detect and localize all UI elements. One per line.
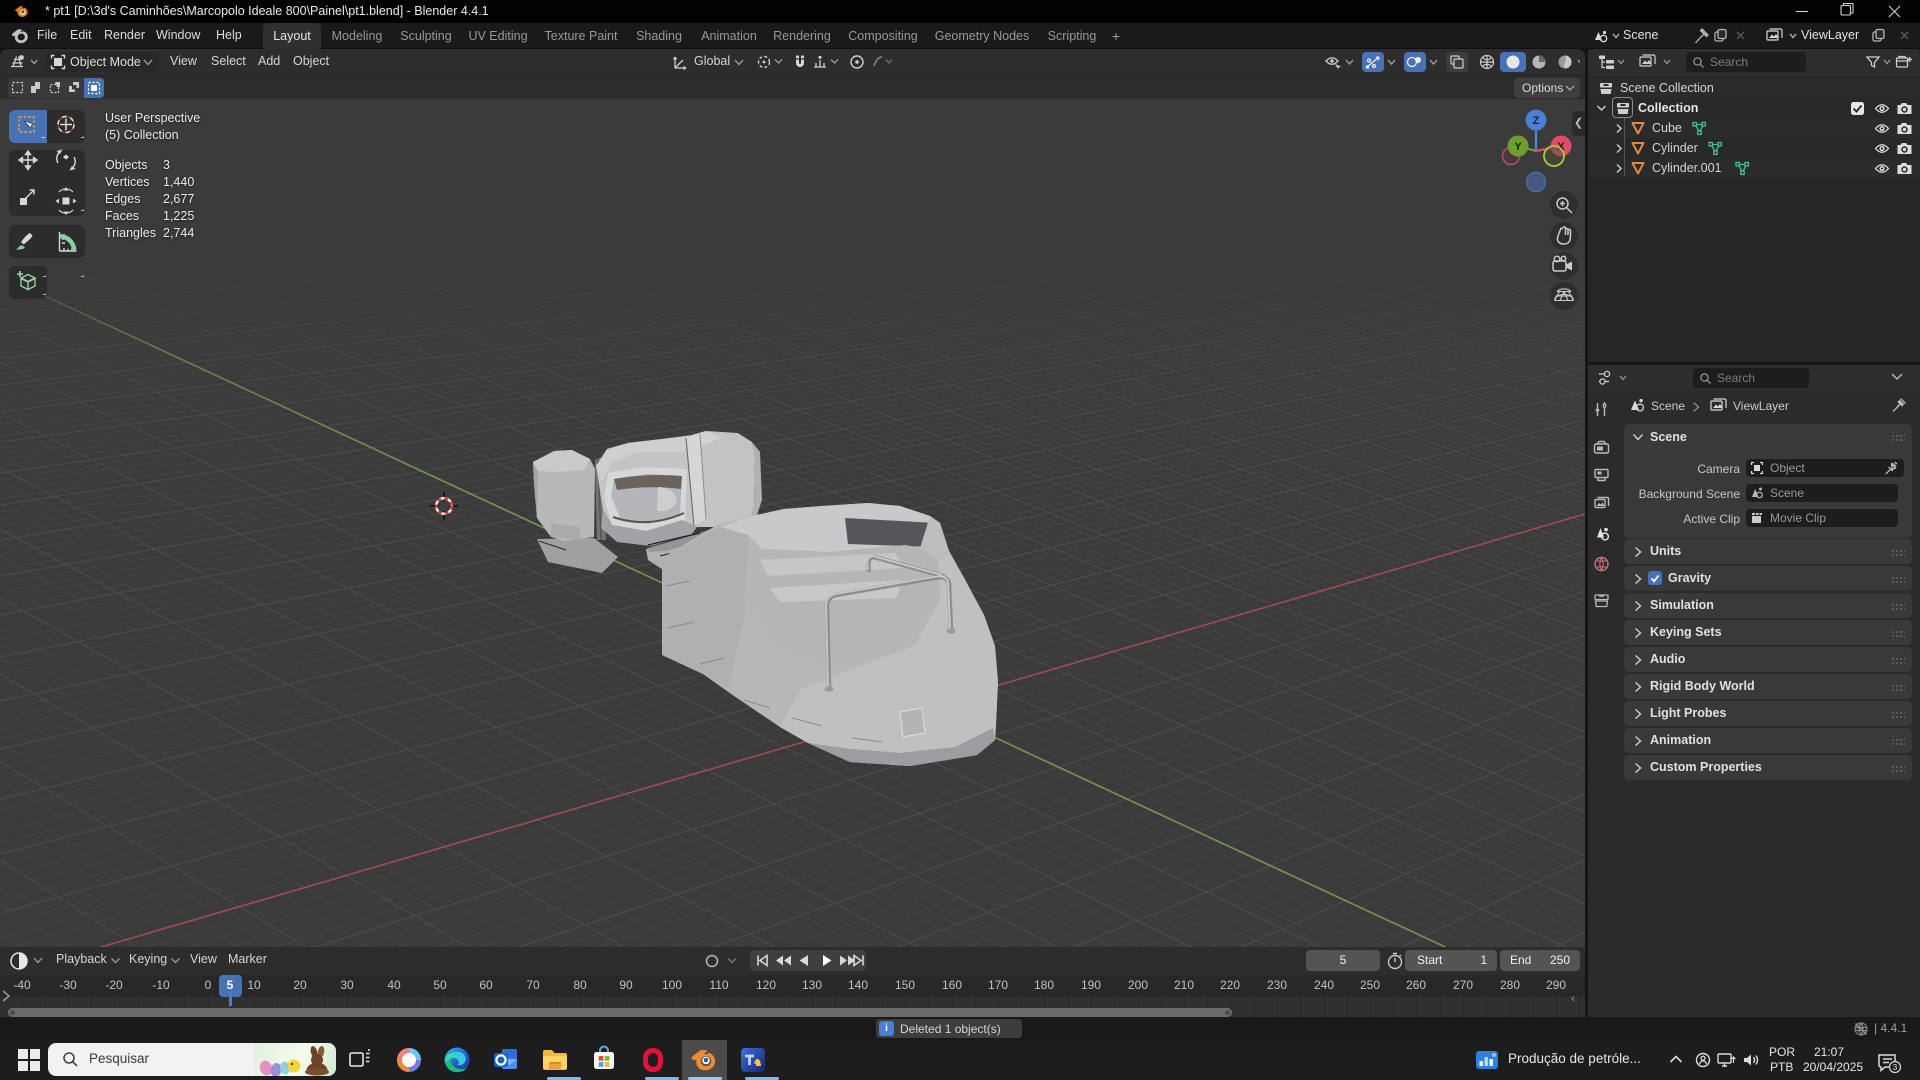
svg-text:3: 3 [1893,1063,1898,1072]
svg-text:Y: Y [1514,141,1522,153]
svg-text:Z: Z [1533,115,1540,127]
